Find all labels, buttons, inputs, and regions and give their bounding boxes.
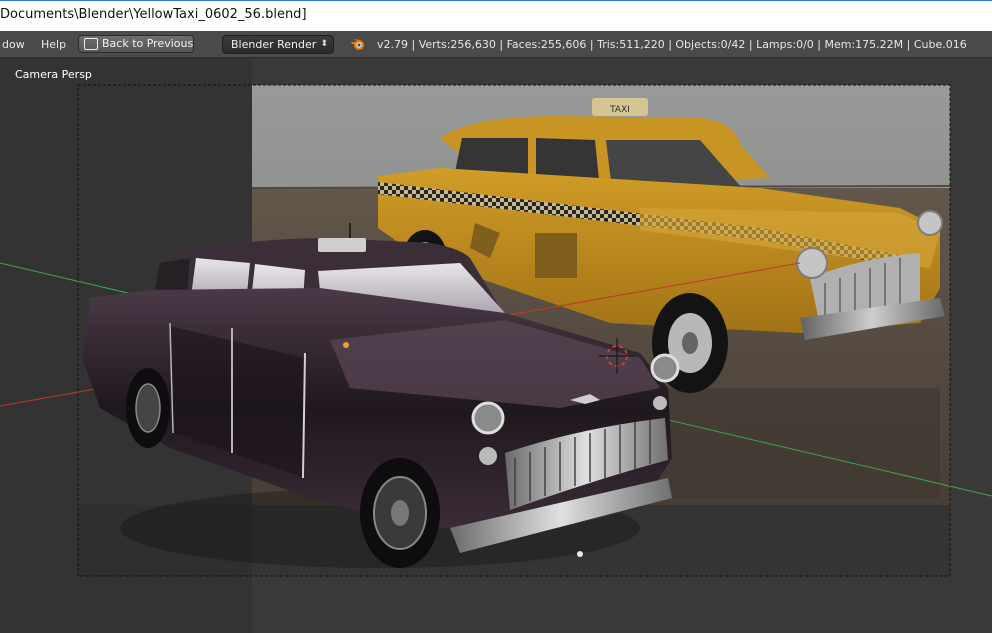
3d-viewport[interactable]: TAXI Camera Persp (0, 58, 992, 633)
info-header: dow Help Back to Previous Blender Render… (0, 31, 992, 58)
viewport-scene: TAXI (0, 58, 992, 633)
dropdown-arrows-icon: ⬍ (320, 39, 328, 49)
render-engine-dropdown[interactable]: Blender Render ⬍ (222, 35, 334, 54)
back-to-previous-label: Back to Previous (102, 37, 194, 50)
screen-back-icon (84, 38, 98, 50)
blender-logo-icon (351, 39, 364, 50)
scene-statistics: v2.79 | Verts:256,630 | Faces:255,606 | … (377, 38, 967, 51)
object-origin-icon (343, 342, 349, 348)
menu-help[interactable]: Help (41, 38, 66, 51)
render-engine-value: Blender Render (231, 38, 317, 51)
window-title: Documents\Blender\YellowTaxi_0602_56.ble… (0, 7, 307, 22)
back-to-previous-button[interactable]: Back to Previous (78, 35, 194, 53)
title-bar: Documents\Blender\YellowTaxi_0602_56.ble… (0, 0, 992, 31)
empty-dot-icon (577, 551, 583, 557)
viewport-view-label: Camera Persp (15, 68, 92, 81)
menu-window[interactable]: dow (2, 38, 25, 51)
